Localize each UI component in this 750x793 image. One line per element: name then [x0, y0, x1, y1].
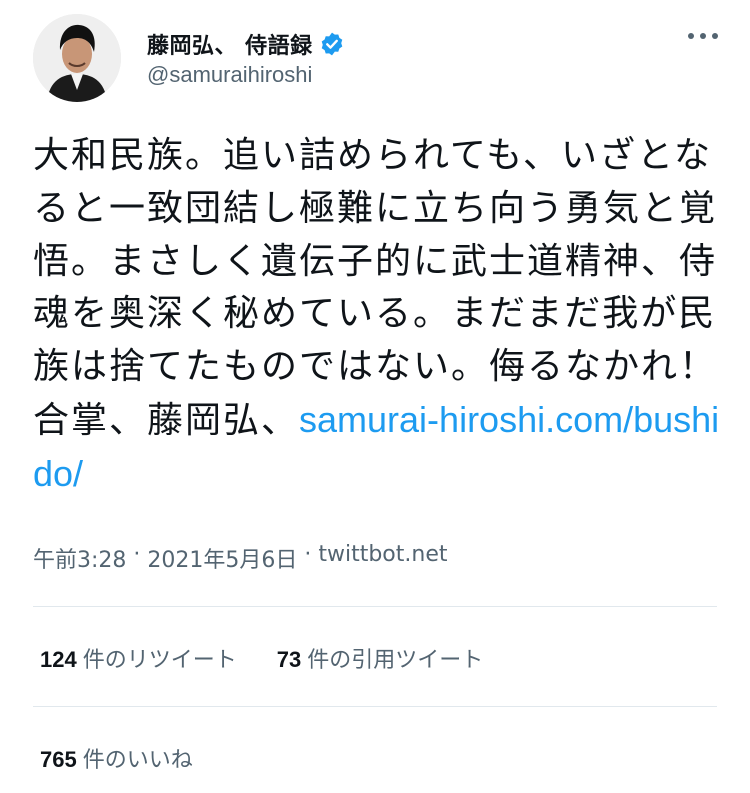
tweet-time[interactable]: 午前3:28 [33, 542, 126, 574]
quotes-stat[interactable]: 73 件の引用ツイート [277, 642, 484, 674]
meta-separator: · [297, 542, 319, 567]
divider [33, 706, 717, 707]
likes-label: 件のいいね [82, 748, 193, 773]
avatar[interactable] [33, 14, 121, 102]
tweet-header: 藤岡弘、 侍語録 @samuraihiroshi [33, 14, 723, 104]
stats-row-likes: 765 件のいいね [40, 742, 233, 774]
likes-count: 765 [40, 747, 77, 772]
divider [33, 606, 717, 607]
retweets-label: 件のリツイート [82, 648, 237, 673]
display-name[interactable]: 藤岡弘、 侍語録 [147, 28, 313, 60]
likes-stat[interactable]: 765 件のいいね [40, 742, 193, 774]
tweet-meta: 午前3:28 · 2021年5月6日 · twittbot.net [33, 542, 448, 574]
name-row: 藤岡弘、 侍語録 [147, 28, 345, 60]
tweet-source[interactable]: twittbot.net [318, 542, 447, 574]
handle[interactable]: @samuraihiroshi [147, 62, 312, 88]
retweets-stat[interactable]: 124 件のリツイート [40, 642, 237, 674]
tweet-date[interactable]: 2021年5月6日 [147, 542, 297, 574]
quotes-label: 件の引用ツイート [307, 648, 484, 673]
retweets-count: 124 [40, 647, 77, 672]
meta-separator: · [126, 542, 148, 567]
stats-row-retweets: 124 件のリツイート 73 件の引用ツイート [40, 642, 523, 674]
more-options-icon[interactable] [683, 24, 723, 48]
tweet-body: 大和民族。追い詰められても、いざとなると一致団結し極難に立ち向う勇気と覚悟。まさ… [33, 135, 718, 441]
verified-badge-icon [319, 31, 345, 57]
quotes-count: 73 [276, 647, 302, 672]
tweet-text: 大和民族。追い詰められても、いざとなると一致団結し極難に立ち向う勇気と覚悟。まさ… [33, 130, 723, 502]
